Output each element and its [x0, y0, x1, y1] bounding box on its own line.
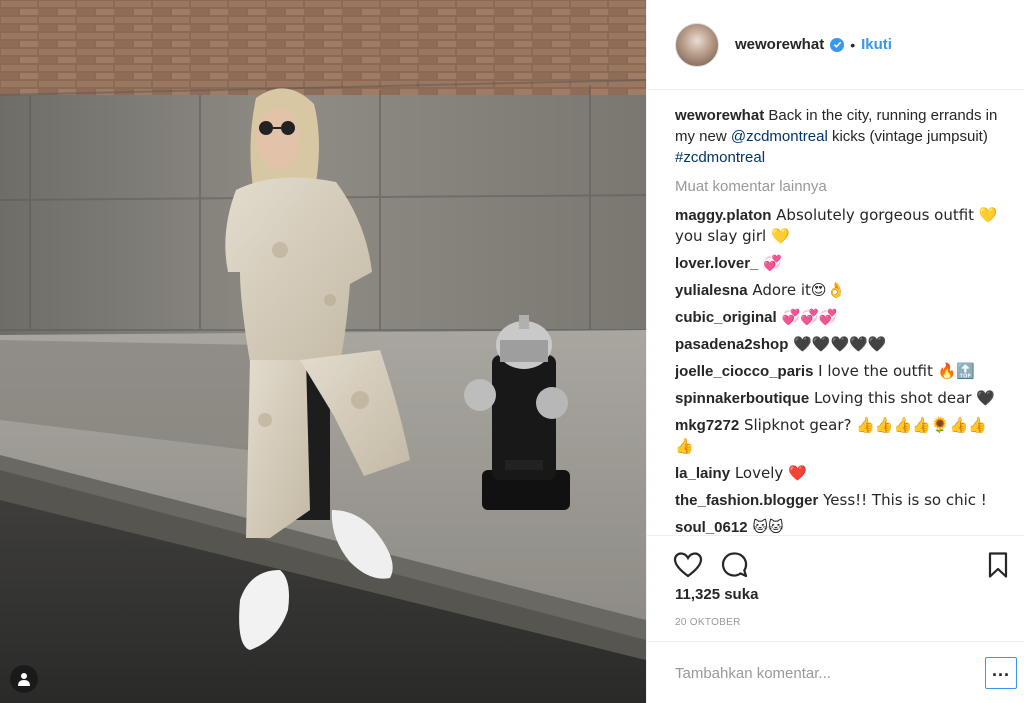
comments-list[interactable]: weworewhat Back in the city, running err… [675, 103, 1005, 535]
comment-text: 🐱🐱 [747, 518, 784, 535]
comment-text: Adore it😍👌 [747, 281, 846, 299]
comment-item: yulialesna Adore it😍👌 [675, 280, 1005, 301]
comment-username[interactable]: yulialesna [675, 282, 748, 299]
follow-button[interactable]: Ikuti [861, 36, 892, 53]
comment-item: joelle_ciocco_paris I love the outfit 🔥🔝 [675, 361, 1005, 382]
comment-username[interactable]: cubic_original [675, 309, 777, 326]
caption-hashtag-link[interactable]: #zcdmontreal [675, 149, 765, 166]
comment-username[interactable]: the_fashion.blogger [675, 492, 818, 509]
more-options-button[interactable]: ... [985, 657, 1017, 689]
post-date: 20 OKTOBER [675, 617, 741, 628]
comment-text: Loving this shot dear 🖤 [809, 389, 995, 407]
avatar[interactable] [675, 22, 719, 67]
user-tag-icon [18, 673, 30, 686]
comment-username[interactable]: soul_0612 [675, 519, 748, 535]
likes-count[interactable]: 11,325 suka [675, 586, 758, 603]
caption: weworewhat Back in the city, running err… [675, 105, 1005, 168]
comment-text: Lovely ❤️ [730, 464, 807, 482]
comment-item: lover.lover_ 💞 [675, 253, 1005, 274]
comment-item: spinnakerboutique Loving this shot dear … [675, 388, 1005, 409]
add-comment-section: ... [647, 641, 1024, 703]
comment-text: 🖤🖤🖤🖤🖤 [788, 335, 887, 353]
load-more-comments-button[interactable]: Muat komentar lainnya [675, 176, 1005, 197]
caption-text-middle: kicks (vintage jumpsuit) [827, 128, 988, 145]
comment-bubble-icon[interactable] [719, 550, 749, 580]
comment-item: mkg7272 Slipknot gear? 👍👍👍👍🌻👍👍👍 [675, 415, 1005, 457]
comment-text: 💞💞💞 [776, 308, 838, 326]
heart-icon[interactable] [673, 550, 703, 580]
comment-item: maggy.platon Absolutely gorgeous outfit … [675, 205, 1005, 247]
post-photo[interactable] [0, 0, 646, 703]
caption-mention-link[interactable]: @zcdmontreal [731, 128, 828, 145]
comment-username[interactable]: spinnakerboutique [675, 390, 809, 407]
comment-text: 💞 [758, 254, 782, 272]
comment-username[interactable]: mkg7272 [675, 417, 739, 434]
comment-text: I love the outfit 🔥🔝 [813, 362, 975, 380]
action-bar [647, 535, 1024, 589]
comment-item: cubic_original 💞💞💞 [675, 307, 1005, 328]
photo-image [0, 0, 646, 703]
comment-item: soul_0612 🐱🐱 [675, 517, 1005, 535]
comment-username[interactable]: joelle_ciocco_paris [675, 363, 813, 380]
comment-item: pasadena2shop 🖤🖤🖤🖤🖤 [675, 334, 1005, 355]
comment-username[interactable]: lover.lover_ [675, 255, 758, 272]
comment-username[interactable]: maggy.platon [675, 207, 771, 224]
caption-username[interactable]: weworewhat [675, 107, 764, 124]
comment-item: the_fashion.blogger Yess!! This is so ch… [675, 490, 1005, 511]
comment-username[interactable]: la_lainy [675, 465, 730, 482]
comment-item: la_lainy Lovely ❤️ [675, 463, 1005, 484]
more-options-label: ... [991, 660, 1010, 680]
verified-badge-icon [830, 37, 845, 52]
header-username[interactable]: weworewhat [735, 36, 824, 53]
bookmark-icon[interactable] [983, 550, 1013, 580]
header-separator: • [850, 36, 856, 53]
user-tag-button[interactable] [10, 665, 38, 693]
add-comment-input[interactable] [675, 662, 965, 684]
comment-text: Yess!! This is so chic ! [818, 491, 987, 509]
post-sidebar: weworewhat • Ikuti weworewhat Back in th… [646, 0, 1024, 703]
post-header: weworewhat • Ikuti [647, 0, 1024, 90]
comment-username[interactable]: pasadena2shop [675, 336, 788, 353]
